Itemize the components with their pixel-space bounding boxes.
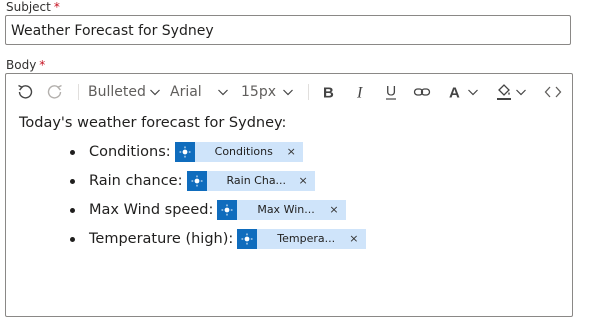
code-view-button[interactable] — [544, 81, 562, 103]
list-item: Temperature (high): Tempera... × — [19, 224, 366, 253]
highlight-icon — [497, 84, 511, 100]
sun-icon — [186, 170, 207, 191]
editor-content[interactable]: Today's weather forecast for Sydney: Con… — [19, 114, 366, 253]
bold-button[interactable]: B — [322, 81, 336, 103]
remove-token-button[interactable]: × — [345, 232, 365, 245]
dynamic-content-token[interactable]: Max Win... × — [217, 199, 346, 220]
chevron-down-icon — [218, 89, 228, 96]
body-label: Body * — [6, 58, 45, 72]
required-mark: * — [53, 0, 60, 14]
subject-input[interactable]: Weather Forecast for Sydney — [5, 15, 571, 45]
editor-toolbar: Bulleted Arial 15px B I U A — [6, 74, 572, 110]
dynamic-content-token[interactable]: Conditions × — [174, 141, 303, 162]
svg-text:U: U — [386, 83, 396, 99]
code-view-icon — [544, 86, 562, 98]
toolbar-separator — [78, 84, 79, 100]
body-editor[interactable]: Bulleted Arial 15px B I U A Today's weat… — [5, 73, 573, 317]
item-label: Max Wind speed: — [89, 201, 214, 218]
svg-text:I: I — [356, 85, 363, 101]
toolbar-separator — [308, 84, 309, 100]
token-name: Tempera... — [277, 232, 336, 245]
item-label: Temperature (high): — [89, 230, 234, 247]
link-button[interactable] — [413, 81, 431, 103]
bullet-dot — [70, 237, 75, 242]
chevron-down-icon — [516, 89, 526, 96]
bullet-dot — [70, 179, 75, 184]
dynamic-content-token[interactable]: Tempera... × — [237, 228, 366, 249]
undo-button[interactable] — [16, 81, 34, 103]
link-icon — [413, 88, 431, 96]
remove-token-button[interactable]: × — [325, 203, 345, 216]
undo-icon — [18, 84, 33, 99]
font-color-dropdown[interactable]: A — [448, 81, 479, 103]
intro-text: Today's weather forecast for Sydney: — [19, 115, 287, 131]
list-item: Max Wind speed: Max Win... × — [19, 195, 366, 224]
subject-label: Subject * — [6, 0, 60, 14]
svg-text:A: A — [449, 85, 460, 101]
font-size-dropdown[interactable]: 15px — [241, 81, 294, 103]
list-item: Rain chance: Rain Cha... × — [19, 166, 366, 195]
font-family-value: Arial — [170, 84, 202, 100]
bold-icon: B — [323, 85, 334, 101]
token-name: Max Win... — [257, 203, 315, 216]
list-style-dropdown[interactable]: Bulleted — [88, 81, 161, 103]
body-label-text: Body — [6, 58, 37, 72]
list-style-value: Bulleted — [88, 84, 146, 100]
sun-icon — [237, 228, 258, 249]
dynamic-content-token[interactable]: Rain Cha... × — [186, 170, 315, 191]
chevron-down-icon — [468, 89, 478, 96]
font-color-icon: A — [449, 85, 460, 101]
font-size-value: 15px — [241, 84, 276, 100]
bullet-dot — [70, 150, 75, 155]
highlight-dropdown[interactable] — [496, 81, 527, 103]
italic-button[interactable]: I — [354, 81, 368, 103]
item-label: Rain chance: — [89, 172, 183, 189]
underline-icon: U — [386, 83, 396, 100]
remove-token-button[interactable]: × — [283, 145, 303, 158]
bullet-dot — [70, 208, 75, 213]
chevron-down-icon — [283, 89, 293, 96]
token-name: Rain Cha... — [226, 174, 287, 187]
underline-button[interactable]: U — [384, 81, 398, 103]
subject-label-text: Subject — [6, 0, 51, 14]
sun-icon — [217, 199, 238, 220]
remove-token-button[interactable]: × — [295, 174, 315, 187]
item-label: Conditions: — [89, 143, 171, 160]
required-mark: * — [39, 58, 46, 72]
sun-icon — [174, 141, 195, 162]
svg-text:B: B — [323, 85, 334, 101]
chevron-down-icon — [149, 89, 160, 96]
italic-icon: I — [356, 85, 363, 101]
list-item: Conditions: Conditions × — [19, 137, 366, 166]
font-family-dropdown[interactable]: Arial — [170, 81, 229, 103]
bullet-list: Conditions: Conditions × Rain chance: Ra… — [19, 137, 366, 253]
redo-icon — [47, 84, 62, 99]
redo-button[interactable] — [46, 81, 64, 103]
token-name: Conditions — [214, 145, 273, 158]
